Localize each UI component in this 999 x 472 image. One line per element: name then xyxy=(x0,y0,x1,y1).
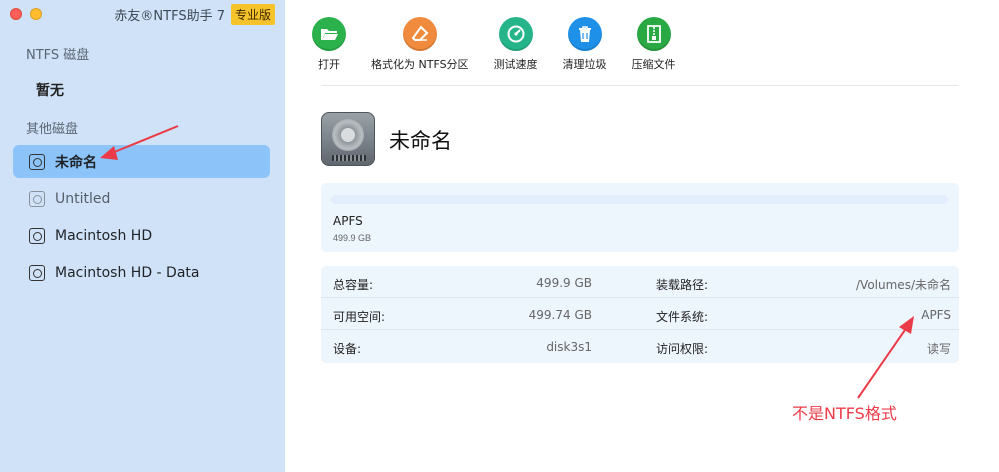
close-window-button[interactable] xyxy=(10,8,22,20)
usage-panel: APFS 499.9 GB xyxy=(321,183,959,252)
sidebar-disk-item[interactable]: Macintosh HD xyxy=(13,219,270,252)
annotation-text: 不是NTFS格式 xyxy=(792,404,897,423)
disk-icon xyxy=(29,190,45,207)
usage-filesystem: APFS xyxy=(333,214,363,228)
sidebar: 赤友®NTFS助手 7 专业版 NTFS 磁盘 暂无 其他磁盘 未命名 Unti… xyxy=(0,0,285,472)
compress-label: 压缩文件 xyxy=(631,58,676,71)
zip-file-icon xyxy=(636,17,671,51)
window-controls xyxy=(10,8,42,20)
usage-bar xyxy=(331,195,948,204)
usage-size: 499.9 GB xyxy=(333,233,372,243)
sidebar-disk-label: Macintosh HD xyxy=(55,227,153,244)
total-capacity-value: 499.9 GB xyxy=(536,276,592,290)
info-row: 总容量: 499.9 GB 装载路径: /Volumes/未命名 xyxy=(321,266,959,298)
available-space-label: 可用空间: xyxy=(333,310,386,324)
minimize-window-button[interactable] xyxy=(30,8,42,20)
compress-file-button[interactable]: 压缩文件 xyxy=(632,17,676,72)
total-capacity-label: 总容量: xyxy=(333,278,374,292)
device-value: disk3s1 xyxy=(546,340,592,354)
disk-icon xyxy=(29,153,45,170)
disk-icon xyxy=(29,264,45,281)
sidebar-disk-item[interactable]: Macintosh HD - Data xyxy=(13,256,270,289)
format-label: 格式化为 NTFS分区 xyxy=(371,58,469,71)
ntfs-section-label: NTFS 磁盘 xyxy=(26,48,90,63)
hard-drive-grill xyxy=(332,155,366,161)
test-speed-button[interactable]: 测试速度 xyxy=(494,17,538,72)
filesystem-value: APFS xyxy=(921,308,951,322)
open-button[interactable]: 打开 xyxy=(312,17,346,72)
toolbar: 打开 格式化为 NTFS分区 测试速度 清理垃圾 压缩文件 xyxy=(312,17,701,72)
app-title: 赤友®NTFS助手 7 xyxy=(114,9,225,24)
sidebar-disk-item[interactable]: Untitled xyxy=(13,182,270,215)
speed-label: 测试速度 xyxy=(493,58,538,71)
disk-title: 未命名 xyxy=(389,129,452,153)
hard-drive-icon xyxy=(321,112,375,166)
clean-label: 清理垃圾 xyxy=(562,58,607,71)
sidebar-disk-label: Untitled xyxy=(55,190,111,207)
speedometer-icon xyxy=(498,17,533,51)
access-permission-label: 访问权限: xyxy=(656,342,709,356)
filesystem-label: 文件系统: xyxy=(656,310,709,324)
hard-drive-platter xyxy=(332,119,364,151)
disk-info-table: 总容量: 499.9 GB 装载路径: /Volumes/未命名 可用空间: 4… xyxy=(321,266,959,363)
available-space-value: 499.74 GB xyxy=(528,308,592,322)
info-row: 可用空间: 499.74 GB 文件系统: APFS xyxy=(321,298,959,330)
folder-open-icon xyxy=(312,17,346,51)
trash-icon xyxy=(567,17,602,51)
access-permission-value: 读写 xyxy=(926,342,951,356)
mount-path-label: 装载路径: xyxy=(656,278,709,292)
open-label: 打开 xyxy=(318,58,340,71)
disk-icon xyxy=(29,227,45,244)
app-title-bar: 赤友®NTFS助手 7 专业版 xyxy=(114,4,275,25)
format-ntfs-button[interactable]: 格式化为 NTFS分区 xyxy=(371,17,469,72)
other-section-label: 其他磁盘 xyxy=(26,122,79,137)
sidebar-disk-label: 未命名 xyxy=(55,154,97,171)
toolbar-divider xyxy=(321,85,959,86)
edition-badge: 专业版 xyxy=(230,4,275,25)
info-row: 设备: disk3s1 访问权限: 读写 xyxy=(321,330,959,362)
sidebar-disk-item[interactable]: 未命名 xyxy=(13,145,270,178)
mount-path-value: /Volumes/未命名 xyxy=(856,278,951,292)
ntfs-empty-label: 暂无 xyxy=(36,83,64,99)
sidebar-disk-label: Macintosh HD - Data xyxy=(55,264,200,281)
clean-junk-button[interactable]: 清理垃圾 xyxy=(563,17,607,72)
device-label: 设备: xyxy=(333,342,362,356)
eraser-icon xyxy=(402,17,437,51)
